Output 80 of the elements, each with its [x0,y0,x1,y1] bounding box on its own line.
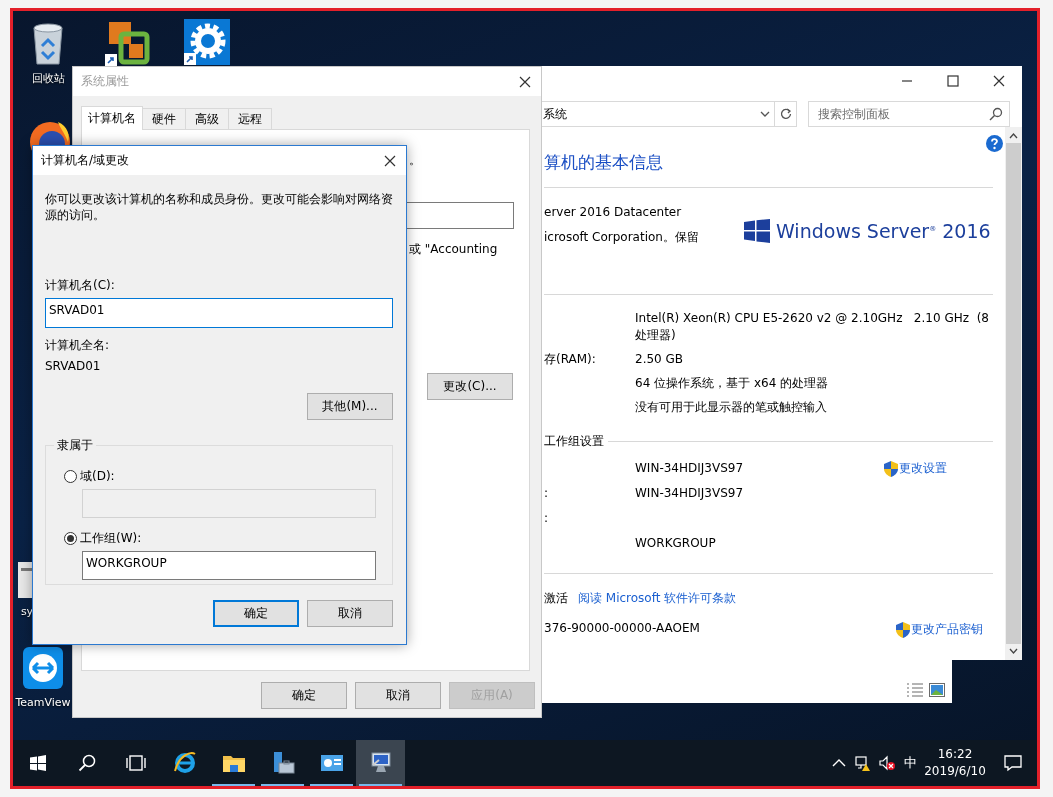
field-label: 计算机名(C): [45,277,116,293]
field-value: SRVAD01 [45,358,102,374]
field-value: 没有可用于此显示器的笔或触控输入 [635,399,827,416]
shield-icon [884,460,898,477]
scroll-down-icon[interactable] [1009,648,1018,654]
large-icons-view-icon[interactable] [929,683,945,697]
dialog-title: 计算机名/域更改 [41,152,130,169]
section-title: 工作组设置 [544,433,604,450]
close-icon[interactable] [519,75,531,88]
monitor-icon[interactable] [368,751,393,775]
field-value: WIN-34HDIJ3VS97 [635,461,744,475]
logo-text: Windows Server$^{®}$ 2016 [776,220,991,242]
squares-shortcut-icon[interactable] [105,20,151,66]
shield-icon [896,621,910,638]
taskbar-button[interactable] [356,740,405,786]
windows-logo-icon [744,219,770,243]
page-heading: 算机的基本信息 [544,152,664,172]
help-icon[interactable] [986,135,1003,152]
clock-time[interactable]: 16:22 [937,746,973,763]
text-field[interactable]: WORKGROUP [82,551,376,580]
license-link[interactable]: 阅读 Microsoft 软件许可条款 [578,590,737,607]
icon-label: sy [20,605,34,618]
field-label: 存(RAM): [544,352,596,366]
network-warning-icon[interactable] [855,755,871,771]
field-value: WIN-34HDIJ3VS97 [635,486,744,500]
browser-icon[interactable] [172,751,197,775]
scroll-up-icon[interactable] [1009,133,1018,139]
dialog-button[interactable]: 确定 [213,600,299,627]
refresh-icon[interactable] [779,108,792,120]
tab[interactable]: 远程 [228,108,272,129]
field-value: Intel(R) Xeon(R) CPU E5-2620 v2 @ 2.10GHz 2.10 GHz (8 处理器) [635,310,990,344]
maximize-icon[interactable] [947,74,959,87]
intro-text: 你可以更改该计算机的名称和成员身份。更改可能会影响对网络资源的访问。 [45,191,393,223]
field-value: 64 位操作系统，基于 x64 的处理器 [635,375,829,392]
chevron-down-icon[interactable] [760,111,770,117]
search-icon[interactable] [989,107,1003,121]
field-value: 2.50 GB [635,351,684,368]
group-label: 隶属于 [56,437,94,454]
radio-button[interactable] [64,470,77,483]
field-label: : [544,511,549,525]
search-placeholder: 搜索控制面板 [818,105,890,123]
notification-icon[interactable] [1004,754,1022,772]
tab[interactable]: 计算机名 [81,106,143,130]
field-value: WORKGROUP [635,536,716,550]
start-icon[interactable] [28,754,47,772]
dialog-title: 系统属性 [81,73,129,90]
description-text: 。 [409,152,421,169]
field-label: : [544,486,549,500]
radio-button[interactable] [64,532,77,545]
icon-label: TeamView [15,696,71,709]
change-button[interactable]: 更改(C)... [427,373,513,400]
address-text: 系统 [543,105,567,123]
scrollbar[interactable] [1005,127,1022,660]
address-bar[interactable]: 系统 [540,101,775,127]
more-button[interactable]: 其他(M)... [307,393,393,420]
change-settings-link[interactable]: 更改设置 [884,460,947,477]
input-method-indicator[interactable]: 中 [899,754,921,772]
dialog-button[interactable]: 取消 [307,600,393,627]
close-icon[interactable] [384,154,396,167]
search-icon[interactable] [77,754,96,772]
arrows-icon[interactable] [21,645,65,691]
clock-date[interactable]: 2019/6/10 [924,763,986,780]
search-field[interactable]: 搜索控制面板 [808,101,1010,127]
muted-speaker-icon[interactable] [879,755,895,771]
dialog-button[interactable]: 确定 [261,682,347,709]
description-text: 或 "Accounting [409,241,498,258]
close-icon[interactable] [993,74,1005,87]
field-label: 计算机全名: [45,337,111,353]
task-view-icon[interactable] [125,754,146,772]
product-id: 376-90000-00000-AAOEM [544,621,700,637]
dialog-button[interactable]: 取消 [355,682,441,709]
radio-label: 域(D): [80,468,115,485]
icon-label: 回收站 [31,71,65,86]
settings-icon[interactable] [184,19,230,65]
edition-text: erver 2016 Datacenter [544,204,683,221]
activation-status: 激活 [544,590,568,607]
edition-text: icrosoft Corporation。保留 [544,229,700,246]
radio-label: 工作组(W): [80,530,142,547]
computer-name-field[interactable]: SRVAD01 [45,298,393,328]
product-key-link[interactable]: 更改产品密钥 [896,621,983,638]
